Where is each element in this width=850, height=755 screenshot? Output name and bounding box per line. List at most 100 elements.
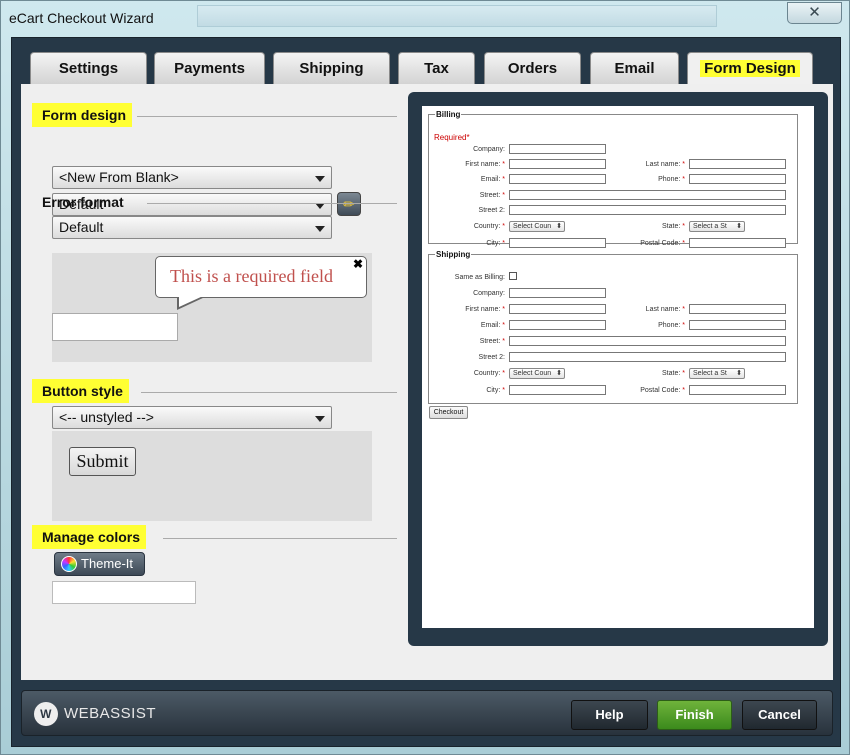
checkout-button[interactable]: Checkout xyxy=(429,406,468,419)
billing-country-select[interactable]: Select Coun xyxy=(509,221,565,232)
footer-bar: W WEBASSIST Help Finish Cancel xyxy=(21,690,833,736)
sample-input-field xyxy=(52,313,178,341)
shipping-street-input[interactable] xyxy=(509,336,786,346)
shipping-last-name-label: Last name: * xyxy=(645,306,685,313)
shipping-company-input[interactable] xyxy=(509,288,606,298)
help-button[interactable]: Help xyxy=(571,700,648,730)
shipping-postal-label: Postal Code: * xyxy=(640,387,685,394)
divider xyxy=(141,392,397,393)
billing-first-name-label: First name: * xyxy=(465,161,505,168)
shipping-postal-input[interactable] xyxy=(689,385,786,395)
wizard-frame: Settings Payments Shipping Tax Orders Em… xyxy=(11,37,841,747)
billing-street2-label: Street 2: xyxy=(478,207,505,214)
sample-submit-button: Submit xyxy=(69,447,136,476)
billing-country-label: Country: * xyxy=(473,223,505,230)
shipping-fieldset: Shipping Same as Billing: Company: First… xyxy=(428,250,798,404)
shipping-city-label: City: * xyxy=(486,387,505,394)
shipping-state-select[interactable]: Select a St xyxy=(689,368,745,379)
billing-fieldset: Billing Required* Company: First name: *… xyxy=(428,110,798,248)
billing-street-input[interactable] xyxy=(509,190,786,200)
logo-text: WEBASSIST xyxy=(64,705,157,722)
form-design-heading: Form design xyxy=(32,103,133,127)
shipping-email-input[interactable] xyxy=(509,320,606,330)
button-style-heading: Button style xyxy=(32,379,129,403)
error-preview-box: This is a required field ✖ xyxy=(52,253,372,362)
webassist-logo-icon: W xyxy=(34,702,58,726)
billing-first-name-input[interactable] xyxy=(509,159,606,169)
billing-last-name-label: Last name: * xyxy=(645,161,685,168)
theme-it-button[interactable]: Theme-It xyxy=(54,552,145,576)
webassist-logo: W WEBASSIST xyxy=(34,702,156,726)
finish-button[interactable]: Finish xyxy=(657,700,732,730)
shipping-first-name-label: First name: * xyxy=(465,306,505,313)
billing-phone-input[interactable] xyxy=(689,174,786,184)
billing-phone-label: Phone: * xyxy=(658,176,685,183)
same-as-billing-label: Same as Billing: xyxy=(454,274,505,281)
tab-settings[interactable]: Settings xyxy=(30,52,147,84)
shipping-legend: Shipping xyxy=(436,250,471,259)
bubble-tail-inner xyxy=(179,296,203,307)
close-icon: ✕ xyxy=(808,4,821,21)
billing-email-label: Email: * xyxy=(480,176,505,183)
divider xyxy=(163,538,397,539)
cancel-button[interactable]: Cancel xyxy=(742,700,817,730)
billing-street2-input[interactable] xyxy=(509,205,786,215)
close-icon: ✖ xyxy=(352,257,363,271)
shipping-state-label: State: * xyxy=(662,370,685,377)
shipping-first-name-input[interactable] xyxy=(509,304,606,314)
shipping-phone-input[interactable] xyxy=(689,320,786,330)
tab-tax[interactable]: Tax xyxy=(398,52,475,84)
button-preview-box: Submit xyxy=(52,431,372,521)
tab-shipping[interactable]: Shipping xyxy=(273,52,390,84)
shipping-street2-input[interactable] xyxy=(509,352,786,362)
button-style-select[interactable]: <-- unstyled --> xyxy=(52,406,332,429)
tab-payments[interactable]: Payments xyxy=(154,52,265,84)
form-preview: Billing Required* Company: First name: *… xyxy=(422,106,814,628)
billing-city-input[interactable] xyxy=(509,238,606,248)
shipping-city-input[interactable] xyxy=(509,385,606,395)
tab-email[interactable]: Email xyxy=(590,52,679,84)
billing-legend: Billing xyxy=(436,110,461,119)
window-title: eCart Checkout Wizard xyxy=(9,10,154,26)
shipping-company-label: Company: xyxy=(473,290,505,297)
required-note: Required* xyxy=(434,133,470,142)
tab-form-design[interactable]: Form Design xyxy=(687,52,813,86)
color-value-field[interactable] xyxy=(52,581,196,604)
manage-colors-heading: Manage colors xyxy=(32,525,147,549)
background-window-ghost xyxy=(197,5,717,27)
shipping-country-select[interactable]: Select Coun xyxy=(509,368,565,379)
form-preview-frame: Billing Required* Company: First name: *… xyxy=(408,92,828,646)
billing-state-select[interactable]: Select a St xyxy=(689,221,745,232)
billing-company-input[interactable] xyxy=(509,144,606,154)
edit-style-button[interactable]: ✏ xyxy=(337,192,361,216)
billing-email-input[interactable] xyxy=(509,174,606,184)
form-design-panel: Form design <New From Blank> Default ✏ E… xyxy=(21,84,833,680)
billing-postal-input[interactable] xyxy=(689,238,786,248)
billing-company-label: Company: xyxy=(473,146,505,153)
form-template-select[interactable]: <New From Blank> xyxy=(52,166,332,189)
divider xyxy=(147,203,397,204)
error-format-select[interactable]: Default xyxy=(52,216,332,239)
close-button[interactable]: ✕ xyxy=(787,2,842,24)
color-wheel-icon xyxy=(61,556,77,572)
same-as-billing-checkbox[interactable] xyxy=(509,272,517,280)
billing-city-label: City: * xyxy=(486,240,505,247)
shipping-street-label: Street: * xyxy=(479,338,505,345)
error-bubble-text: This is a required field xyxy=(170,266,333,286)
billing-state-label: State: * xyxy=(662,223,685,230)
billing-last-name-input[interactable] xyxy=(689,159,786,169)
tab-orders[interactable]: Orders xyxy=(484,52,581,84)
billing-postal-label: Postal Code: * xyxy=(640,240,685,247)
shipping-country-label: Country: * xyxy=(473,370,505,377)
error-bubble: This is a required field ✖ xyxy=(155,256,367,298)
wizard-window: eCart Checkout Wizard ✕ Settings Payment… xyxy=(0,0,850,755)
pencil-icon: ✏ xyxy=(343,196,355,212)
shipping-last-name-input[interactable] xyxy=(689,304,786,314)
billing-street-label: Street: * xyxy=(479,192,505,199)
divider xyxy=(137,116,397,117)
shipping-phone-label: Phone: * xyxy=(658,322,685,329)
title-bar: eCart Checkout Wizard ✕ xyxy=(1,1,849,35)
shipping-street2-label: Street 2: xyxy=(478,354,505,361)
shipping-email-label: Email: * xyxy=(480,322,505,329)
error-format-heading: Error format xyxy=(42,194,124,210)
